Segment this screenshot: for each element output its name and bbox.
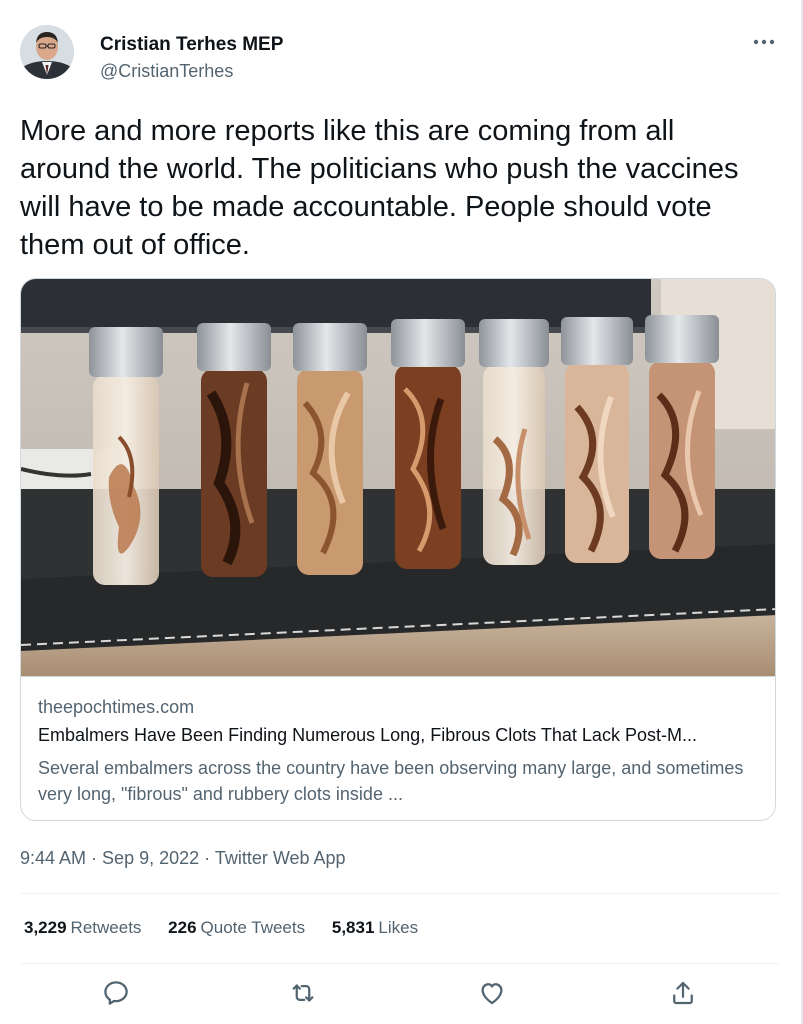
author-handle[interactable]: @CristianTerhes [100, 61, 233, 82]
retweet-icon [292, 984, 314, 1002]
tweet: Cristian Terhes MEP @CristianTerhes More… [0, 0, 803, 1024]
engagement-stats: 3,229 Retweets 226 Quote Tweets 5,831 Likes [24, 918, 440, 938]
retweets-stat[interactable]: 3,229 Retweets [24, 918, 141, 938]
card-image[interactable] [21, 279, 775, 677]
more-horizontal-icon [753, 39, 775, 45]
tweet-timestamp: 9:44 AM · Sep 9, 2022 · Twitter Web App [20, 848, 346, 869]
divider-bottom [20, 963, 780, 964]
card-description: Several embalmers across the country hav… [38, 758, 744, 804]
card-title: Embalmers Have Been Finding Numerous Lon… [38, 725, 697, 745]
timestamp-separator: · [86, 848, 103, 868]
tweet-source[interactable]: Twitter Web App [215, 848, 346, 868]
vials-photo [21, 279, 775, 676]
likes-count: 5,831 [331, 918, 375, 937]
quote-tweets-stat[interactable]: 226 Quote Tweets [168, 918, 305, 938]
avatar-image [20, 25, 74, 79]
retweets-count: 3,229 [24, 918, 67, 937]
share-button[interactable] [668, 978, 698, 1008]
heart-icon [481, 983, 503, 1005]
timestamp-separator-2: · [199, 848, 215, 868]
like-button[interactable] [477, 978, 507, 1008]
tweet-date[interactable]: Sep 9, 2022 [102, 848, 199, 868]
quote-tweets-count: 226 [168, 918, 197, 937]
tweet-actions [0, 978, 803, 1014]
tweet-text: More and more reports like this are comi… [20, 115, 739, 261]
more-options-button[interactable] [749, 30, 779, 54]
reply-icon [104, 981, 128, 1005]
likes-label: Likes [378, 918, 419, 937]
author-name[interactable]: Cristian Terhes MEP [100, 34, 283, 56]
link-preview-card[interactable]: theepochtimes.com Embalmers Have Been Fi… [20, 278, 776, 821]
reply-button[interactable] [101, 978, 131, 1008]
retweet-button[interactable] [288, 978, 318, 1008]
quote-tweets-label: Quote Tweets [200, 918, 306, 937]
share-icon [673, 981, 693, 1005]
tweet-time[interactable]: 9:44 AM [20, 848, 86, 868]
avatar[interactable] [20, 25, 74, 79]
card-domain: theepochtimes.com [38, 697, 195, 717]
likes-stat[interactable]: 5,831 Likes [332, 918, 418, 938]
retweets-label: Retweets [70, 918, 142, 937]
divider-top [20, 893, 780, 894]
